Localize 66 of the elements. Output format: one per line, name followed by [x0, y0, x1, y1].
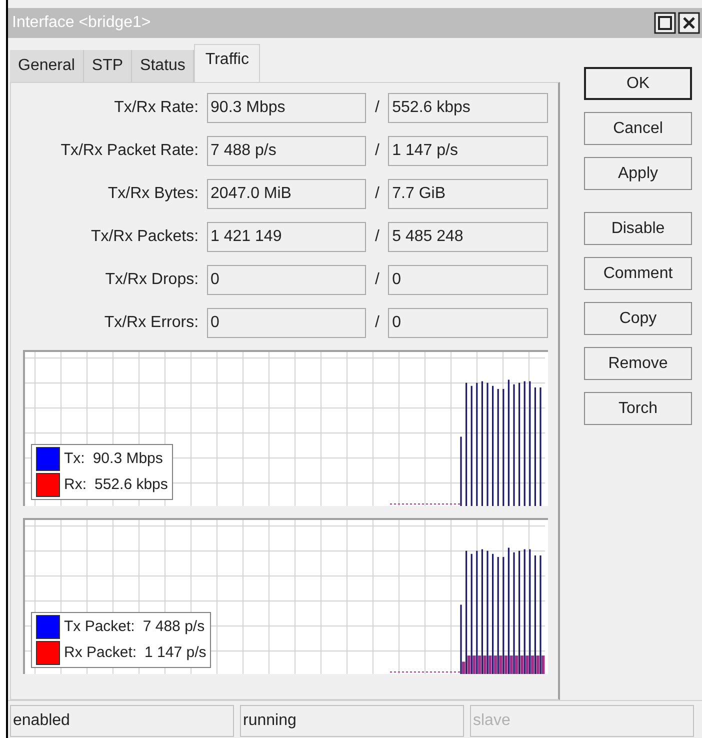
- rx-bar: [499, 656, 502, 674]
- rx-bar: [510, 656, 513, 674]
- tx-field: 7 488 p/s: [206, 136, 366, 166]
- field-label: Tx/Rx Errors:: [103, 313, 200, 333]
- tab[interactable]: Status: [132, 50, 194, 82]
- legend-label: Tx Packet:: [64, 617, 135, 637]
- dialog-button[interactable]: Disable: [584, 212, 692, 245]
- rx-bar: [462, 662, 466, 674]
- rx-field: 5 485 248: [388, 222, 548, 252]
- rx-bar: [536, 656, 540, 674]
- field-label: Tx/Rx Rate:: [113, 98, 200, 118]
- tx-field: 2047.0 MiB: [206, 179, 366, 209]
- separator: /: [374, 98, 380, 118]
- tab[interactable]: STP: [84, 50, 132, 82]
- field-label: Tx/Rx Bytes:: [106, 184, 200, 204]
- legend-value: 552.6 kbps: [94, 475, 168, 495]
- window-title: Interface <bridge1>: [12, 13, 151, 33]
- rx-bar: [494, 656, 497, 674]
- status-field: slave: [470, 704, 694, 736]
- legend-label: Tx:: [64, 449, 85, 469]
- tx-field: 90.3 Mbps: [206, 93, 366, 123]
- tab[interactable]: General: [10, 50, 84, 82]
- dialog-button[interactable]: Comment: [584, 257, 692, 290]
- rx-bar: [472, 656, 476, 674]
- legend-label: Rx:: [64, 475, 86, 495]
- legend-label: Rx Packet:: [64, 643, 137, 663]
- rx-field: 552.6 kbps: [388, 93, 548, 123]
- tx-field: 0: [206, 308, 366, 338]
- rx-bar: [526, 656, 529, 674]
- separator: /: [374, 141, 380, 161]
- dialog-button[interactable]: Torch: [584, 392, 692, 425]
- rx-bar: [488, 656, 492, 674]
- rx-field: 0: [388, 265, 548, 295]
- rx-bar: [515, 656, 518, 674]
- rx-bar: [542, 656, 545, 674]
- status-field: running: [240, 704, 464, 736]
- rx-bar: [467, 656, 470, 674]
- rx-field: 1 147 p/s: [388, 136, 548, 166]
- dialog-button[interactable]: Remove: [584, 347, 692, 380]
- dialog-button[interactable]: Copy: [584, 302, 692, 335]
- separator: /: [374, 270, 380, 290]
- rx-bar: [483, 656, 486, 674]
- field-label: Tx/Rx Drops:: [104, 270, 200, 290]
- dialog-button[interactable]: Apply: [584, 157, 692, 190]
- rx-bar: [478, 656, 482, 674]
- field-label: Tx/Rx Packet Rate:: [60, 141, 200, 161]
- rx-bar: [504, 656, 508, 674]
- rx-field: 7.7 GiB: [388, 179, 548, 209]
- separator: /: [374, 227, 380, 247]
- dialog-button[interactable]: OK: [584, 67, 692, 100]
- separator: /: [374, 184, 380, 204]
- separator: /: [374, 313, 380, 333]
- rx-field: 0: [388, 308, 548, 338]
- legend-value: 90.3 Mbps: [92, 449, 163, 469]
- dialog-button[interactable]: Cancel: [584, 112, 692, 145]
- legend-value: 7 488 p/s: [142, 617, 205, 637]
- legend-value: 1 147 p/s: [144, 643, 206, 663]
- rx-bar: [520, 656, 524, 674]
- rx-bar: [530, 656, 534, 674]
- tx-field: 0: [206, 265, 366, 295]
- tab[interactable]: Traffic: [194, 44, 260, 82]
- tx-field: 1 421 149: [206, 222, 366, 252]
- field-label: Tx/Rx Packets:: [90, 227, 200, 247]
- close-icon[interactable]: [678, 12, 700, 34]
- status-field: enabled: [10, 704, 234, 736]
- maximize-icon[interactable]: [654, 12, 676, 34]
